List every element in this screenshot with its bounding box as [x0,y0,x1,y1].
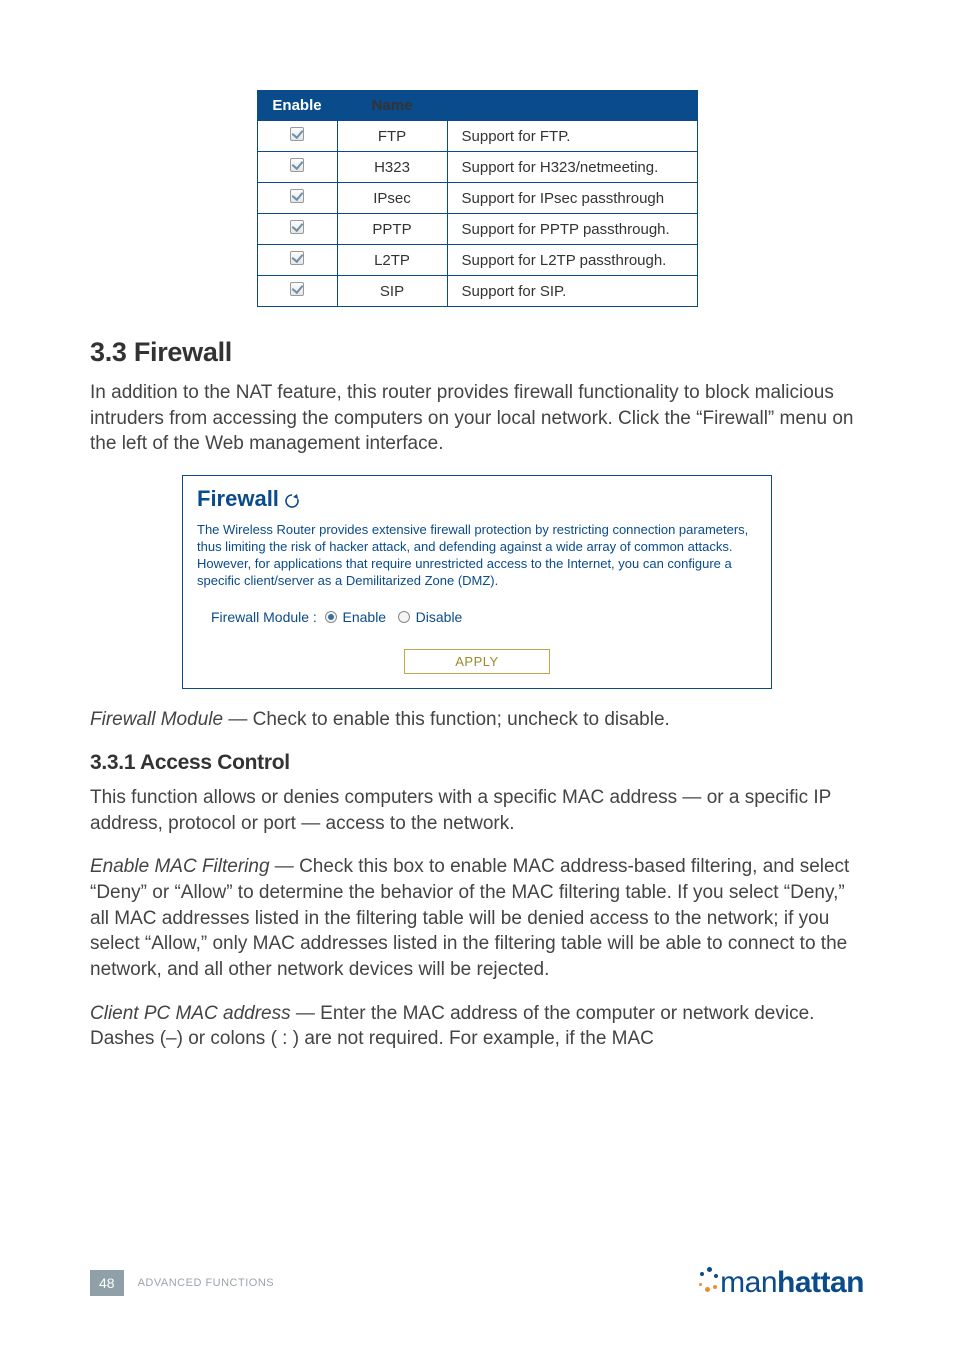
brand-text-post: hattan [777,1266,864,1299]
cell-name: PPTP [337,214,447,245]
note-text: — Check to enable this function; uncheck… [223,709,670,730]
section-heading-firewall: 3.3 Firewall [90,337,864,368]
cell-desc: Support for L2TP passthrough. [447,245,697,276]
radio-enable[interactable] [325,611,337,623]
brand-text-pre: man [720,1266,777,1299]
cell-desc: Support for IPsec passthrough [447,183,697,214]
th-enable: Enable [257,91,337,121]
cell-name: SIP [337,276,447,307]
section-intro: In addition to the NAT feature, this rou… [90,380,864,457]
checkbox-h323[interactable] [290,158,304,172]
panel-description: The Wireless Router provides extensive f… [197,522,757,590]
table-row: IPsec Support for IPsec passthrough [257,183,697,214]
checkbox-sip[interactable] [290,282,304,296]
brand-logo: manhattan [698,1265,864,1300]
checkbox-pptp[interactable] [290,220,304,234]
table-row: FTP Support for FTP. [257,121,697,152]
refresh-icon [283,490,301,508]
setting-label: Firewall Module : [211,609,317,625]
table-row: SIP Support for SIP. [257,276,697,307]
table-row: L2TP Support for L2TP passthrough. [257,245,697,276]
checkbox-ipsec[interactable] [290,189,304,203]
enable-mac-label: Enable MAC Filtering [90,856,270,877]
subsection-heading-access-control: 3.3.1 Access Control [90,751,864,775]
table-row: H323 Support for H323/netmeeting. [257,152,697,183]
brand-dots-icon [698,1265,720,1295]
panel-title: Firewall [197,486,757,512]
th-desc [447,91,697,121]
page-number: 48 [90,1270,124,1296]
client-pc-paragraph: Client PC MAC address — Enter the MAC ad… [90,1001,864,1052]
option-disable-label: Disable [416,609,463,625]
page-footer: 48 ADVANCED FUNCTIONS manhattan [90,1265,864,1300]
cell-name: IPsec [337,183,447,214]
th-name: Name [337,91,447,121]
apply-button[interactable]: APPLY [404,649,549,674]
cell-desc: Support for FTP. [447,121,697,152]
cell-desc: Support for H323/netmeeting. [447,152,697,183]
client-pc-label: Client PC MAC address [90,1003,291,1024]
alg-settings-table: Enable Name FTP Support for FTP. H323 Su… [257,90,698,307]
cell-name: FTP [337,121,447,152]
cell-name: H323 [337,152,447,183]
option-enable-label: Enable [343,609,387,625]
table-row: PPTP Support for PPTP passthrough. [257,214,697,245]
note-label: Firewall Module [90,709,223,730]
cell-name: L2TP [337,245,447,276]
checkbox-l2tp[interactable] [290,251,304,265]
radio-disable[interactable] [398,611,410,623]
enable-mac-paragraph: Enable MAC Filtering — Check this box to… [90,854,864,982]
subsection-intro: This function allows or denies computers… [90,785,864,836]
firewall-module-note: Firewall Module — Check to enable this f… [90,707,864,733]
panel-title-text: Firewall [197,486,279,512]
footer-section-name: ADVANCED FUNCTIONS [138,1277,275,1289]
firewall-panel: Firewall The Wireless Router provides ex… [182,475,772,690]
cell-desc: Support for PPTP passthrough. [447,214,697,245]
cell-desc: Support for SIP. [447,276,697,307]
checkbox-ftp[interactable] [290,127,304,141]
firewall-module-setting: Firewall Module : Enable Disable [211,609,757,625]
